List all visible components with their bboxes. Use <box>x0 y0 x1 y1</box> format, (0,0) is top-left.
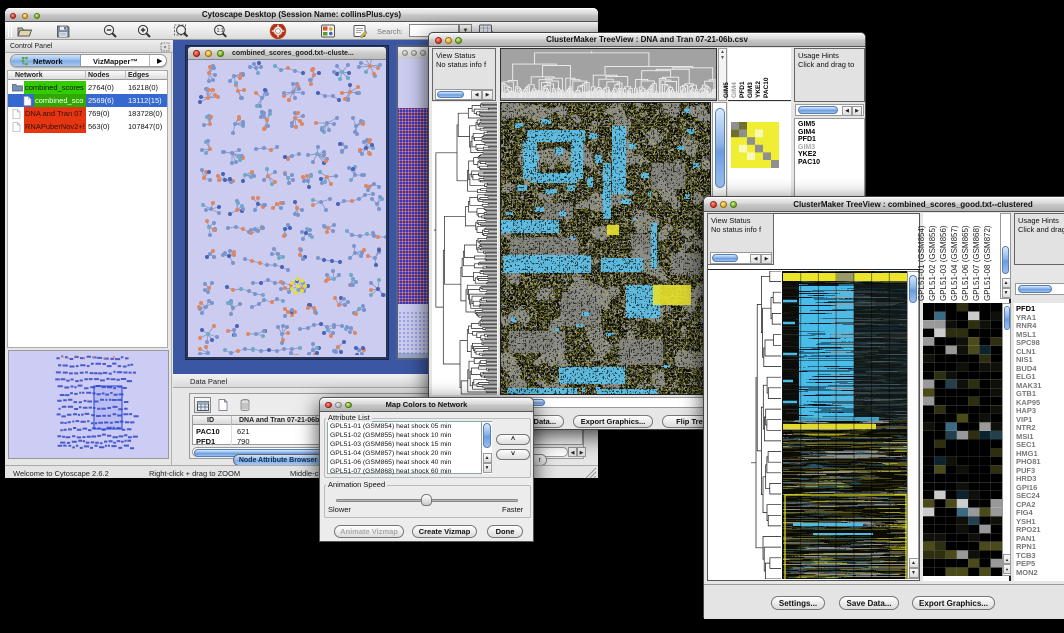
svg-text:1:1: 1:1 <box>217 28 224 34</box>
